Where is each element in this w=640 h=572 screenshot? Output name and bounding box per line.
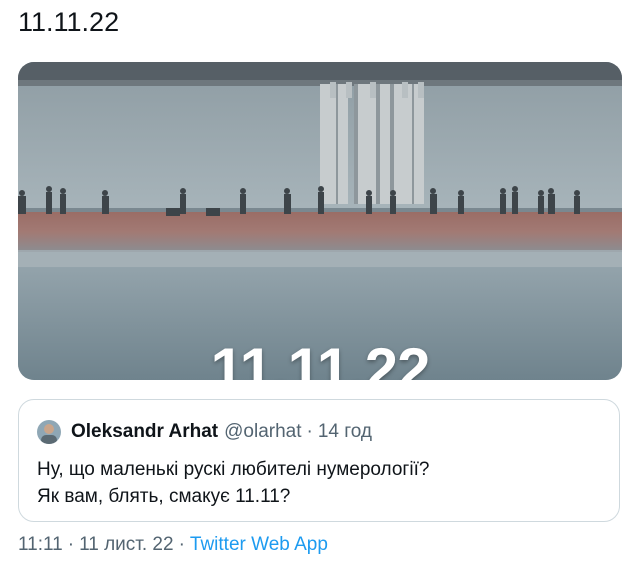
quoted-tweet-text: Ну, що маленькі рускі любителі нумеролог… [37,456,429,510]
meta-separator: · [67,534,75,555]
separator-dot: · [306,421,313,442]
quote-line-2: Як вам, блять, смакує 11.11? [37,486,291,507]
avatar-icon [37,420,61,444]
quoted-tweet[interactable]: Oleksandr Arhat @olarhat · 14 год Ну, що… [18,399,620,522]
author-name[interactable]: Oleksandr Arhat [71,421,218,443]
avatar[interactable] [37,420,61,444]
tweet-text: 11.11.22 [18,7,120,37]
source-app-link[interactable]: Twitter Web App [190,534,328,555]
quote-line-1: Ну, що маленькі рускі любителі нумеролог… [37,459,430,480]
quoted-tweet-header: Oleksandr Arhat @olarhat · 14 год [37,420,372,444]
meta-separator-2: · [178,534,185,555]
quote-timestamp[interactable]: 14 год [318,421,372,443]
tweet-media[interactable]: 11.11.22 [18,62,622,380]
media-photo [18,62,622,380]
tweet-date[interactable]: 11 лист. 22 [79,534,174,555]
tweet-metadata: 11:11 · 11 лист. 22 · Twitter Web App [18,534,328,556]
author-handle[interactable]: @olarhat [224,421,301,443]
tweet-time[interactable]: 11:11 [18,534,63,555]
media-overlay-text: 11.11.22 [210,336,431,380]
